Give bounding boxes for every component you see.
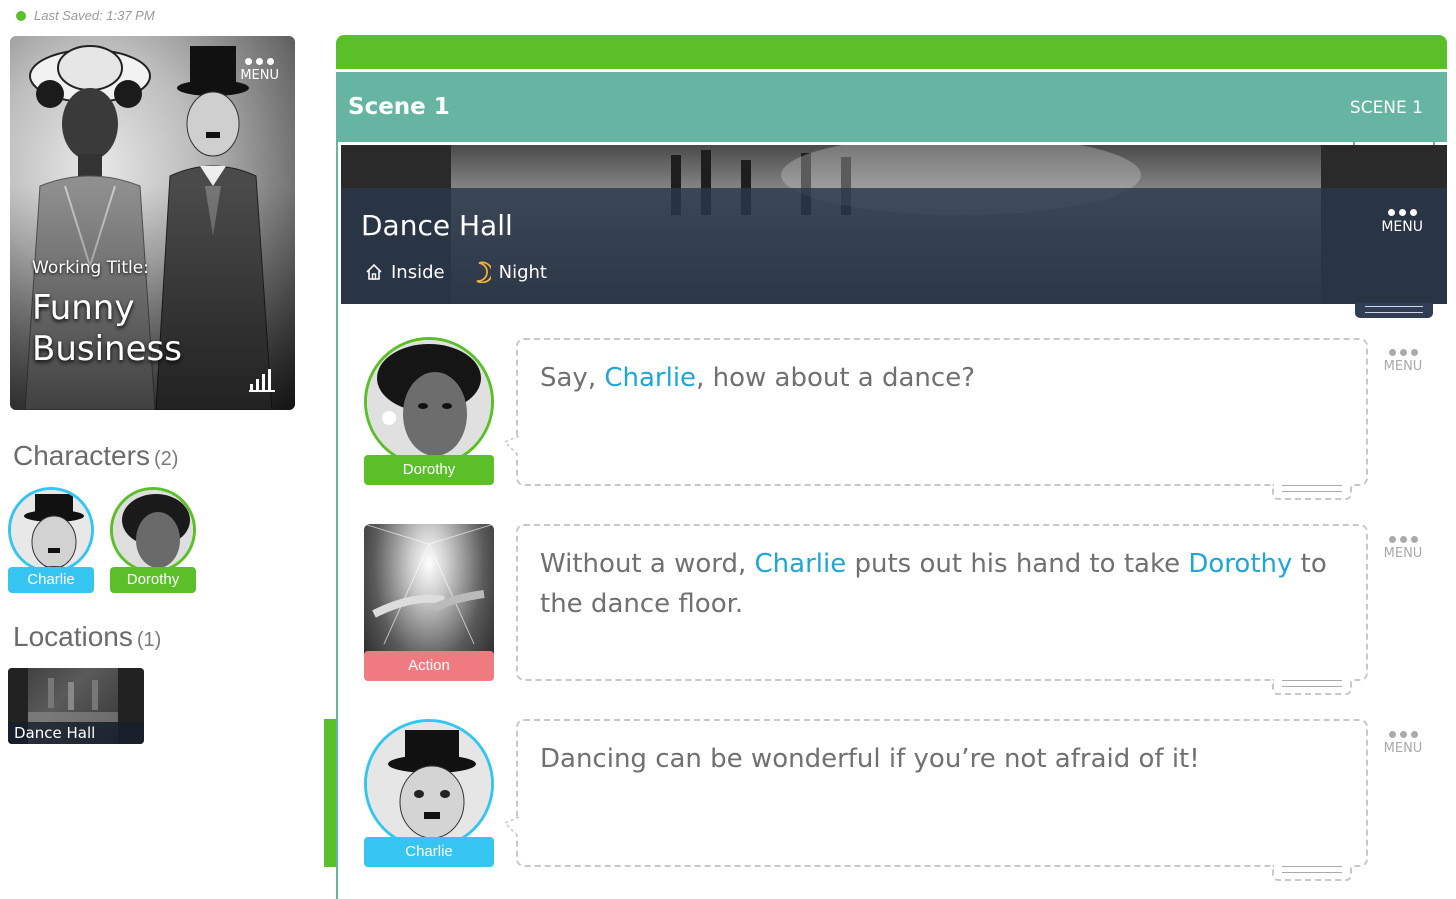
character-reference[interactable]: Charlie: [604, 363, 696, 393]
location-label: Dance Hall: [8, 722, 144, 744]
scene-title[interactable]: Scene 1: [348, 94, 450, 120]
project-cover-card[interactable]: MENU Working Title: Funny Business: [10, 36, 295, 410]
more-dots-icon: [1380, 536, 1426, 543]
block-menu-button[interactable]: MENU: [1380, 731, 1426, 756]
setting-inside[interactable]: Inside: [365, 262, 445, 283]
character-reference[interactable]: Dorothy: [1188, 549, 1292, 579]
dorothy-portrait: [113, 490, 193, 570]
location-drag-handle[interactable]: [1355, 303, 1433, 318]
project-menu-button[interactable]: MENU: [240, 58, 279, 83]
charlie-portrait: [11, 490, 91, 570]
speaker-tag-dorothy[interactable]: Dorothy: [364, 455, 494, 485]
dorothy-portrait: [367, 340, 491, 464]
location-name[interactable]: Dance Hall: [361, 209, 513, 242]
action-tag[interactable]: Action: [364, 651, 494, 681]
block-menu-button[interactable]: MENU: [1380, 349, 1426, 374]
bubble-pointer: [505, 436, 519, 456]
location-thumb-dance-hall[interactable]: Dance Hall: [8, 668, 144, 744]
scene-header[interactable]: Scene 1 SCENE 1: [336, 72, 1447, 142]
save-status: Last Saved: 1:37 PM: [16, 8, 155, 23]
character-avatar-dorothy[interactable]: [110, 487, 196, 573]
more-dots-icon: [1381, 209, 1423, 216]
stats-icon[interactable]: [249, 368, 275, 392]
saved-text: Last Saved: 1:37 PM: [34, 8, 155, 23]
locations-heading: Locations (1): [13, 621, 162, 652]
dialogue-text[interactable]: Dancing can be wonderful if you’re not a…: [540, 739, 1342, 779]
saved-indicator-icon: [16, 10, 26, 21]
characters-heading: Characters (2): [13, 440, 179, 471]
location-meta: Inside Night: [365, 261, 547, 283]
dialogue-text[interactable]: Say, Charlie, how about a dance?: [540, 358, 1342, 398]
scene-color-bar: [336, 35, 1447, 69]
scene-border: [336, 142, 338, 899]
block-drag-handle[interactable]: [1272, 484, 1352, 500]
speaker-avatar-dorothy[interactable]: [364, 337, 494, 467]
block-drag-handle[interactable]: [1272, 865, 1352, 881]
scene-side-marker: [324, 719, 336, 867]
house-icon: [366, 263, 382, 280]
more-dots-icon: [1380, 731, 1426, 738]
more-dots-icon: [1380, 349, 1426, 356]
location-menu-button[interactable]: MENU: [1381, 209, 1423, 235]
bubble-pointer: [505, 817, 519, 837]
block-menu-button[interactable]: MENU: [1380, 536, 1426, 561]
speaker-avatar-charlie[interactable]: [364, 719, 494, 849]
dialogue-block[interactable]: Dancing can be wonderful if you’re not a…: [505, 719, 1368, 881]
character-tag-charlie[interactable]: Charlie: [8, 567, 94, 593]
charlie-portrait: [367, 722, 491, 846]
working-title[interactable]: Funny Business: [32, 288, 182, 370]
scene-number-tag: SCENE 1: [1349, 98, 1423, 118]
moon-icon: [476, 261, 491, 283]
character-avatar-charlie[interactable]: [8, 487, 94, 573]
block-drag-handle[interactable]: [1272, 679, 1352, 695]
working-title-label: Working Title:: [32, 258, 149, 278]
character-tag-dorothy[interactable]: Dorothy: [110, 567, 196, 593]
action-block[interactable]: Without a word, Charlie puts out his han…: [516, 524, 1368, 695]
time-night[interactable]: Night: [471, 261, 547, 283]
dialogue-block[interactable]: Say, Charlie, how about a dance?: [505, 338, 1368, 500]
character-reference[interactable]: Charlie: [755, 549, 847, 579]
more-dots-icon: [240, 58, 279, 65]
location-banner[interactable]: Dance Hall Inside Night MENU: [341, 145, 1447, 304]
speaker-tag-charlie[interactable]: Charlie: [364, 837, 494, 867]
action-text[interactable]: Without a word, Charlie puts out his han…: [540, 544, 1342, 624]
